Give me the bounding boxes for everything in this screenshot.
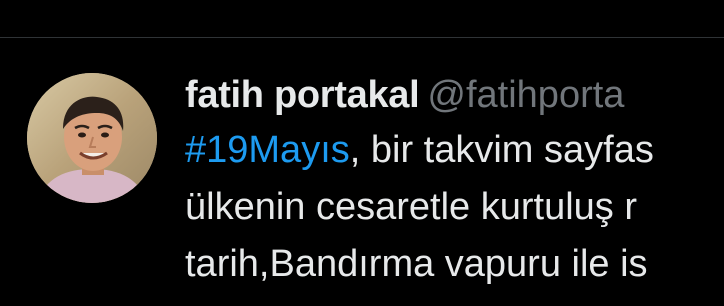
tweet[interactable]: fatih portakal @fatihporta #19Mayıs, bir … bbox=[0, 38, 724, 306]
tweet-text-line-1: #19Mayıs, bir takvim sayfas bbox=[185, 122, 724, 179]
tweet-text-line-2: ülkenin cesaretle kurtuluş r bbox=[185, 186, 637, 228]
avatar-photo bbox=[27, 73, 157, 203]
author-display-name[interactable]: fatih portakal bbox=[185, 74, 420, 116]
author-handle[interactable]: @fatihporta bbox=[427, 74, 624, 116]
tweet-text-line-3: tarih,Bandırma vapuru ile is bbox=[185, 243, 648, 285]
tweet-content: fatih portakal @fatihporta #19Mayıs, bir … bbox=[185, 68, 724, 293]
hashtag-link[interactable]: #19Mayıs bbox=[185, 129, 350, 171]
avatar[interactable] bbox=[27, 73, 157, 203]
tweet-header: fatih portakal @fatihporta bbox=[185, 68, 724, 122]
tweet-text-segment: , bir takvim sayfas bbox=[349, 129, 654, 171]
